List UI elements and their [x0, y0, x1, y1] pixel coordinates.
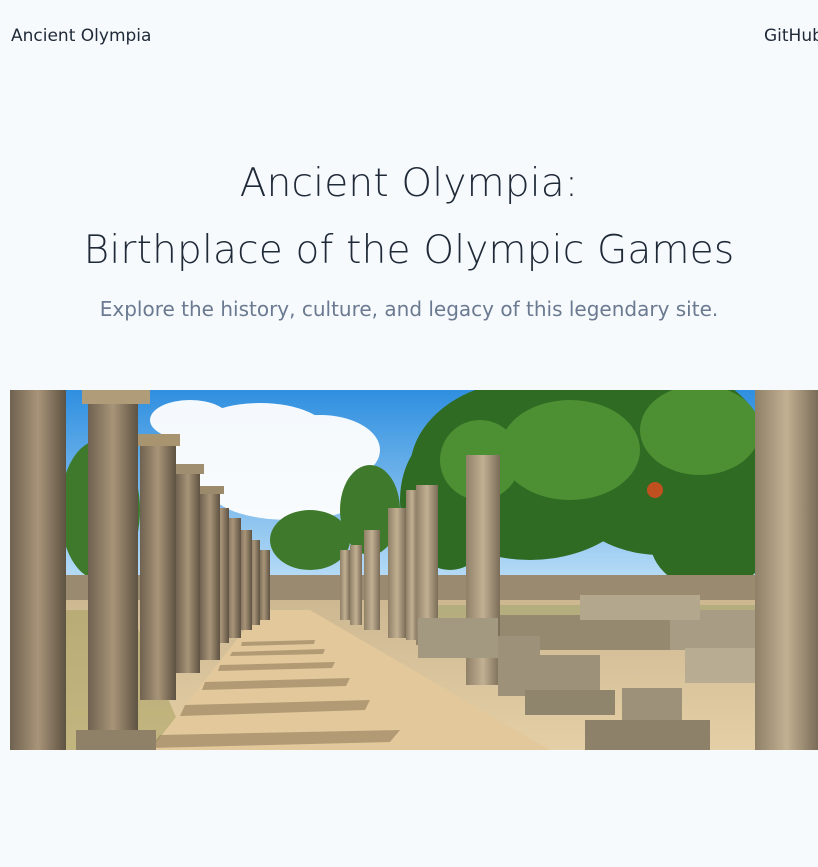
top-navbar: Ancient Olympia GitHub — [0, 0, 818, 72]
github-link[interactable]: GitHub — [764, 25, 818, 47]
hero-title: Ancient Olympia: Birthplace of the Olymp… — [0, 150, 818, 284]
brand-link[interactable]: Ancient Olympia — [11, 25, 151, 47]
hero-subtitle: Explore the history, culture, and legacy… — [99, 297, 719, 321]
hero-section: Ancient Olympia: Birthplace of the Olymp… — [0, 150, 818, 322]
hero-title-line1: Ancient Olympia: — [239, 161, 579, 206]
hero-title-line2: Birthplace of the Olympic Games — [83, 228, 735, 273]
hero-image — [10, 390, 818, 750]
